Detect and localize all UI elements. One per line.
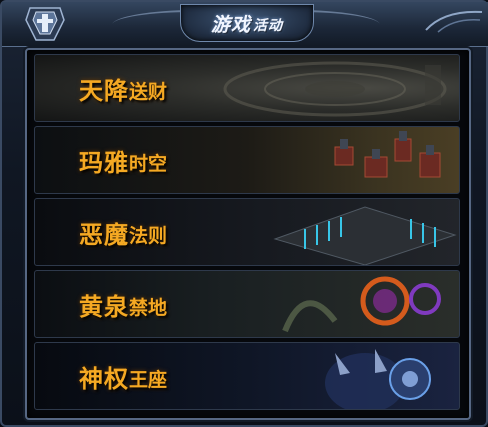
ornament-icon [425, 10, 483, 33]
event-item-tianjiang[interactable]: 天降 送财 [34, 54, 460, 122]
event-label: 恶魔 法则 [79, 220, 168, 249]
event-label: 玛雅 时空 [79, 148, 168, 177]
event-label: 黄泉 禁地 [79, 292, 168, 321]
event-item-huangquan[interactable]: 黄泉 禁地 [34, 270, 460, 338]
panel-header: 游戏 活动 [2, 2, 488, 47]
event-item-maya[interactable]: 玛雅 时空 [34, 126, 460, 194]
event-label: 神权 王座 [79, 364, 168, 393]
page-title-suffix: 活动 [253, 18, 283, 34]
title-plate: 游戏 活动 [180, 4, 314, 42]
event-item-throne[interactable]: 神权 王座 [34, 342, 460, 410]
game-events-panel: 游戏 活动 天降 送财 玛雅 时空 恶魔 法则 黄泉 禁地 神权 王座 [0, 0, 488, 427]
event-item-devil[interactable]: 恶魔 法则 [34, 198, 460, 266]
page-title: 游戏 [210, 13, 251, 36]
armor-emblem-icon [25, 7, 65, 41]
event-label: 天降 送财 [79, 76, 168, 105]
